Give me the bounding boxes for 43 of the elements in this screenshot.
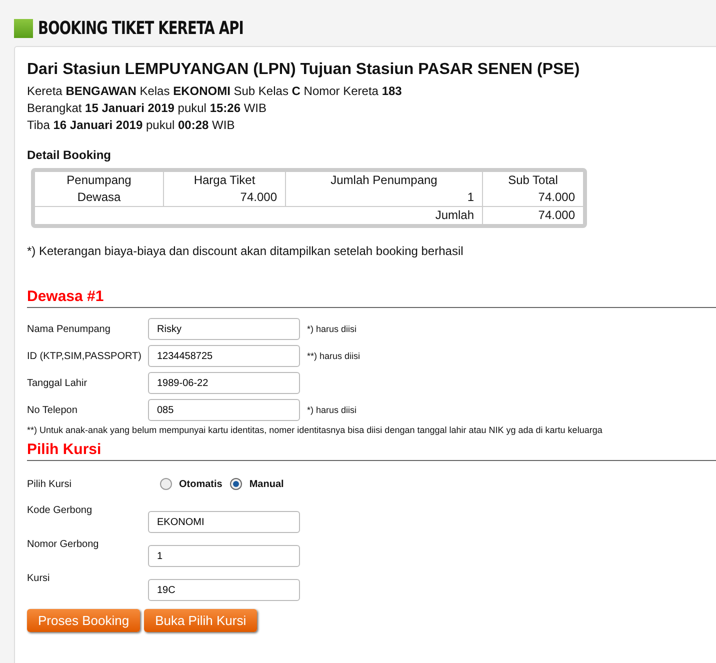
column-header: Harga Tiket xyxy=(164,172,286,189)
table-cell: 1 xyxy=(286,189,482,206)
radio-button[interactable] xyxy=(160,478,172,490)
column-header: Penumpang xyxy=(35,172,164,189)
table-cell: 74.000 xyxy=(482,189,583,206)
input-field[interactable]: 19C xyxy=(148,579,300,601)
radio-label: Manual xyxy=(249,478,284,490)
input-field[interactable]: 1234458725 xyxy=(148,345,300,367)
field-label: Pilih Kursi xyxy=(27,478,72,490)
footnote-text: **) Untuk anak-anak yang belum mempunyai kartu identitas, nomer identitasnya bisa diisi dengan tanggal lahir atau NIK yg ada di kartu keluarga xyxy=(27,425,604,435)
page-title: BOOKING TIKET KERETA API xyxy=(38,18,244,38)
input-field[interactable]: 1 xyxy=(148,545,300,567)
train-info-line: Berangkat 15 Januari 2019 pukul 15:26 WIB xyxy=(27,100,268,117)
detail-booking-heading: Detail Booking xyxy=(27,148,112,162)
table-cell: 74.000 xyxy=(164,189,286,206)
section-heading: Pilih Kursi xyxy=(27,441,716,461)
field-label: Tanggal Lahir xyxy=(27,378,88,388)
required-hint: *) harus diisi xyxy=(307,405,357,415)
input-field[interactable]: 085 xyxy=(148,399,300,421)
total-label: Jumlah xyxy=(35,206,482,224)
field-label: No Telepon xyxy=(27,404,78,416)
total-value: 74.000 xyxy=(482,206,583,224)
section-heading: Dewasa #1 xyxy=(27,288,716,308)
field-label: Kode Gerbong xyxy=(27,505,94,516)
field-label: Nama Penumpang xyxy=(27,324,112,334)
required-hint: **) harus diisi xyxy=(307,351,360,361)
column-header: Jumlah Penumpang xyxy=(286,172,482,189)
field-label: Kursi xyxy=(27,573,51,584)
route-title: Dari Stasiun LEMPUYANGAN (LPN) Tujuan Stasiun PASAR SENEN (PSE) xyxy=(27,61,581,79)
input-field[interactable]: Risky xyxy=(148,318,300,340)
field-label: Nomor Gerbong xyxy=(27,539,100,550)
train-info-line: Tiba 16 Januari 2019 pukul 00:28 WIB xyxy=(27,117,236,134)
radio-label: Otomatis xyxy=(179,478,222,490)
input-field[interactable]: EKONOMI xyxy=(148,511,300,533)
note-text: *) Keterangan biaya-biaya dan discount akan ditampilkan setelah booking berhasil xyxy=(27,244,464,258)
input-field[interactable]: 1989-06-22 xyxy=(148,372,300,394)
required-hint: *) harus diisi xyxy=(307,324,357,334)
column-header: Sub Total xyxy=(482,172,583,189)
train-info-line: Kereta BENGAWAN Kelas EKONOMI Sub Kelas C Nomor Kereta 183 xyxy=(27,83,403,100)
table-cell: Dewasa xyxy=(35,189,164,206)
field-label: ID (KTP,SIM,PASSPORT) xyxy=(27,350,142,362)
square-bullet-icon xyxy=(14,18,33,38)
radio-button[interactable] xyxy=(230,478,242,490)
